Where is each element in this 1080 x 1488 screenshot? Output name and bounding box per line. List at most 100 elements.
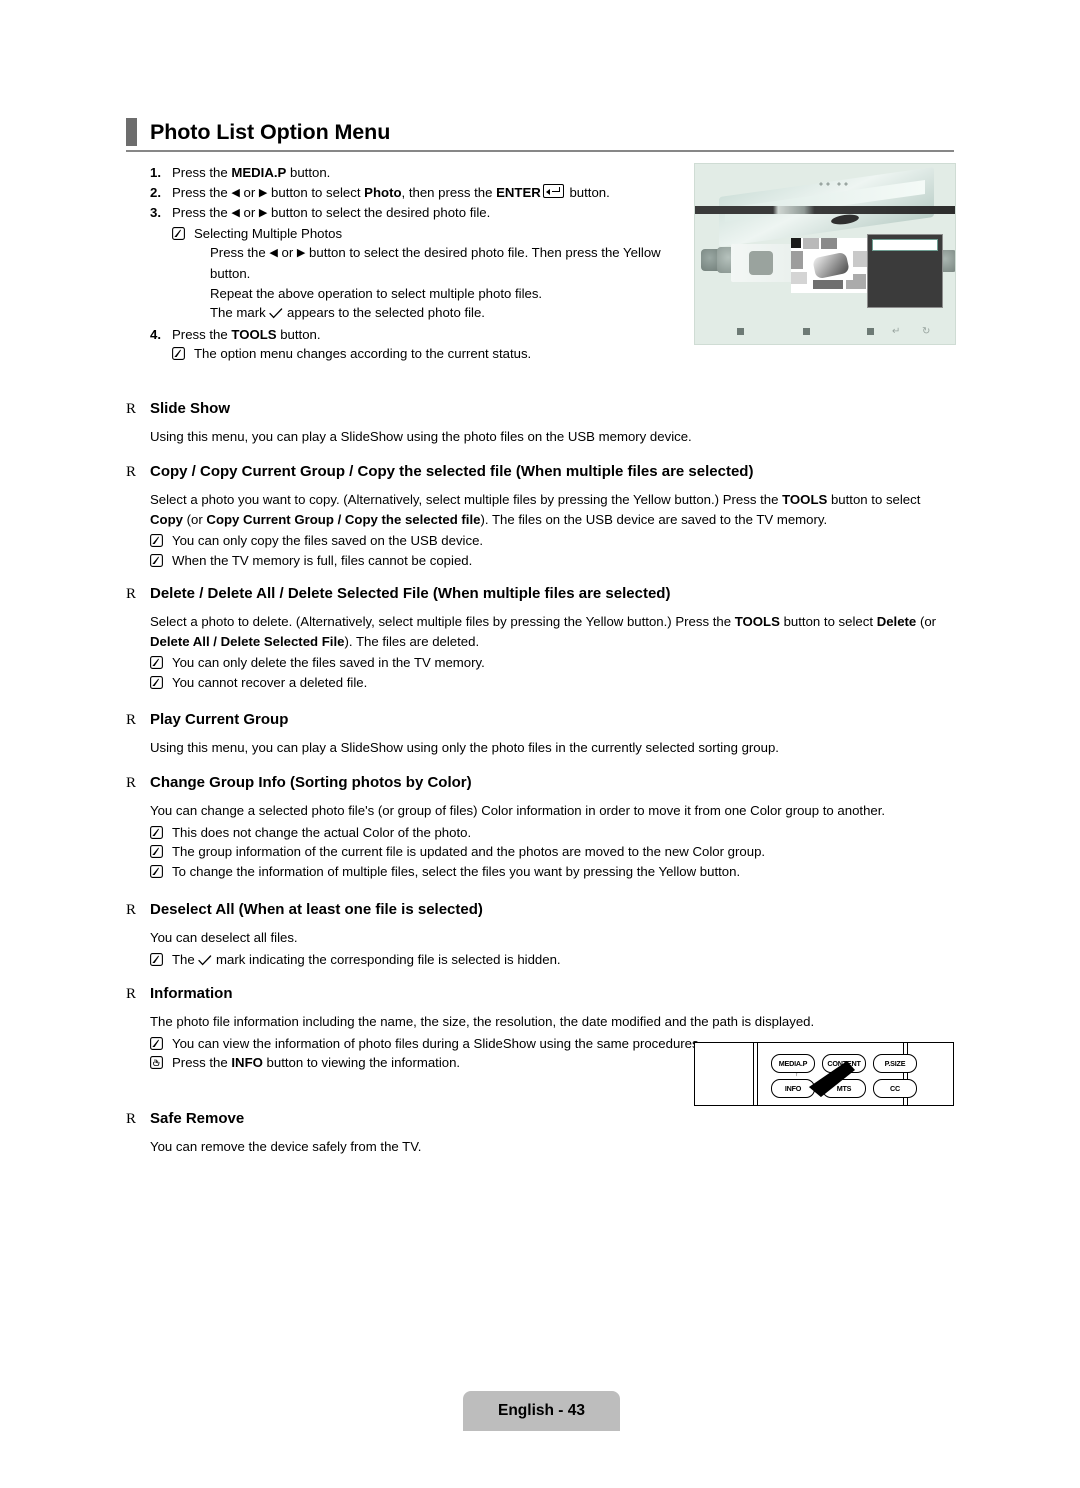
note-pen-icon [150, 1036, 163, 1050]
note-pen-icon [150, 534, 163, 548]
remote-divider [753, 1043, 754, 1105]
note-text: You can only delete the files saved in t… [172, 655, 485, 671]
section-heading: R Delete / Delete All / Delete Selected … [126, 585, 954, 603]
step-text: Press the ◀ or ▶ button to select Photo,… [172, 183, 610, 200]
note-hand-icon [150, 1056, 163, 1070]
section-paragraph: You can deselect all files. [150, 930, 298, 945]
section-delete: R Delete / Delete All / Delete Selected … [126, 585, 954, 692]
tv-option-dialog [867, 234, 943, 308]
info-keyword: INFO [231, 1055, 263, 1071]
tv-enter-icon: ↵ [892, 326, 901, 337]
section-heading-text: Deselect All (When at least one file is … [150, 901, 483, 918]
section-change-group-info: R Change Group Info (Sorting photos by C… [126, 774, 954, 881]
note-item: When the TV memory is full, files cannot… [150, 551, 954, 571]
left-arrow-icon: ◀ [269, 247, 278, 260]
note-pen-icon [172, 226, 185, 240]
note-text: Press the INFO button to viewing the inf… [172, 1055, 461, 1071]
remote-tick-mark: ↑ [795, 1071, 799, 1078]
section-bullet-icon: R [126, 986, 137, 1002]
step-number: 2. [150, 184, 161, 200]
step-number: 3. [150, 205, 161, 221]
checkmark-icon [269, 305, 283, 325]
right-arrow-icon: ▶ [258, 186, 268, 199]
step-4-suffix: button. [276, 326, 321, 342]
remote-button-cc[interactable]: CC [873, 1079, 917, 1098]
title-divider [126, 150, 954, 152]
note-pen-icon [150, 825, 163, 839]
section-heading: R Copy / Copy Current Group / Copy the s… [126, 463, 954, 481]
note-item: Press the INFO button to viewing the inf… [150, 1053, 705, 1073]
note-text: The mark indicating the corresponding fi… [172, 950, 954, 972]
section-heading: R Safe Remove [126, 1110, 954, 1128]
section-paragraph: You can change a selected photo file's (… [150, 803, 886, 818]
checkmark-icon [198, 952, 212, 972]
section-body: You can remove the device safely from th… [150, 1137, 954, 1157]
procedure-steps: 1. Press the MEDIA.P button. 2. Press th… [150, 163, 680, 364]
step-text: Press the ◀ or ▶ button to select the de… [172, 205, 491, 221]
note-pen-icon [150, 864, 163, 878]
remote-divider [757, 1043, 758, 1105]
section-bullet-icon: R [126, 401, 137, 417]
step-1: 1. Press the MEDIA.P button. [150, 163, 680, 183]
tv-menu-bar [695, 206, 955, 214]
section-heading-text: Information [150, 985, 233, 1002]
section-bullet-icon: R [126, 775, 137, 791]
note-pen-icon [172, 347, 185, 361]
note-item: You can only delete the files saved in t… [150, 653, 954, 673]
step-text: Press the MEDIA.P button. [172, 165, 331, 180]
section-bullet-icon: R [126, 712, 137, 728]
section-paragraph: Select a photo to delete. (Alternatively… [150, 614, 937, 649]
section-notes: You can view the information of photo fi… [150, 1034, 705, 1073]
title-accent-bar [126, 118, 137, 146]
tv-status-dots [819, 182, 849, 187]
note-text: You can view the information of photo fi… [172, 1035, 703, 1051]
note-item: You cannot recover a deleted file. [150, 673, 954, 693]
right-arrow-icon: ▶ [258, 207, 268, 220]
section-notes: The mark indicating the corresponding fi… [150, 950, 954, 972]
tools-keyword: TOOLS [231, 326, 277, 342]
section-heading-text: Change Group Info (Sorting photos by Col… [150, 774, 472, 791]
section-heading: R Information [126, 985, 826, 1003]
note-text: The option menu changes according to the… [194, 346, 532, 362]
left-arrow-icon: ◀ [231, 207, 240, 220]
section-safe-remove: R Safe Remove You can remove the device … [126, 1110, 954, 1157]
note-text: When the TV memory is full, files cannot… [172, 552, 473, 568]
tv-dialog-highlight [872, 239, 938, 251]
step-text: Press the TOOLS button. [172, 325, 680, 345]
section-notes: You can only delete the files saved in t… [150, 653, 954, 692]
section-body: You can change a selected photo file's (… [150, 801, 954, 821]
section-bullet-icon: R [126, 1111, 137, 1127]
remote-control-illustration: MEDIA.P CONTENT P.SIZE INFO MTS CC ↑ [694, 1042, 954, 1106]
section-heading: R Change Group Info (Sorting photos by C… [126, 774, 954, 792]
sub-note: Press the ◀ or ▶ button to select the de… [210, 245, 661, 281]
section-notes: You can only copy the files saved on the… [150, 531, 954, 570]
note-text: The group information of the current fil… [172, 844, 766, 860]
section-body: The photo file information including the… [150, 1012, 970, 1032]
section-paragraph: You can remove the device safely from th… [150, 1139, 422, 1154]
note-item: The mark indicating the corresponding fi… [150, 950, 954, 972]
section-body: Select a photo you want to copy. (Altern… [150, 490, 954, 529]
section-body: Select a photo to delete. (Alternatively… [150, 612, 954, 651]
section-heading-text: Slide Show [150, 400, 231, 417]
page-title-text: Photo List Option Menu [150, 119, 391, 144]
remote-button-p-size[interactable]: P.SIZE [873, 1054, 917, 1073]
tv-screen-illustration: ↵ ↻ [694, 163, 956, 345]
section-slide-show: R Slide Show Using this menu, you can pl… [126, 400, 954, 447]
tv-footer-bar: ↵ ↻ [695, 326, 955, 338]
section-bullet-icon: R [126, 902, 137, 918]
step-4: 4. Press the TOOLS button. [150, 325, 680, 345]
note-text: This does not change the actual Color of… [172, 824, 472, 840]
section-heading-text: Delete / Delete All / Delete Selected Fi… [150, 585, 671, 602]
note-pen-icon [150, 952, 163, 966]
section-bullet-icon: R [126, 586, 137, 602]
enter-key-icon [542, 183, 564, 198]
note-text: Selecting Multiple Photos [194, 225, 343, 241]
page-title: Photo List Option Menu [126, 115, 954, 149]
section-play-current-group: R Play Current Group Using this menu, yo… [126, 711, 954, 758]
note-item: You can view the information of photo fi… [150, 1034, 705, 1054]
media-p-keyword: MEDIA.P [231, 165, 287, 180]
sub-note: The mark appears to the selected photo f… [210, 303, 680, 325]
step-3-note: Selecting Multiple Photos [172, 224, 680, 244]
step-4-note: The option menu changes according to the… [172, 344, 680, 364]
note-text: You can only copy the files saved on the… [172, 533, 484, 549]
